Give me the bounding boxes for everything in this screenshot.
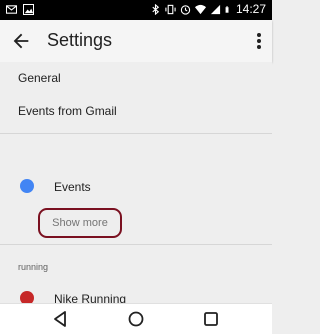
settings-item-events-from-gmail[interactable]: Events from Gmail bbox=[18, 104, 117, 118]
vibrate-icon bbox=[165, 4, 176, 14]
notification-icons bbox=[6, 4, 34, 15]
back-triangle-icon[interactable] bbox=[51, 309, 71, 329]
nav-bar bbox=[0, 303, 272, 334]
home-circle-icon[interactable] bbox=[126, 309, 146, 329]
divider bbox=[0, 244, 272, 245]
mail-icon bbox=[6, 5, 17, 14]
bluetooth-icon bbox=[152, 3, 160, 15]
recents-square-icon[interactable] bbox=[201, 309, 221, 329]
app-bar: Settings bbox=[0, 20, 272, 62]
section-header-running: running bbox=[18, 262, 49, 272]
status-time: 14:27 bbox=[235, 2, 266, 16]
settings-list: General Events from Gmail Events Show mo… bbox=[0, 62, 272, 306]
alarm-icon bbox=[180, 4, 191, 15]
more-vert-icon[interactable] bbox=[254, 30, 264, 52]
calendar-item-events[interactable]: Events bbox=[54, 180, 91, 194]
page-title: Settings bbox=[47, 30, 113, 50]
arrow-back-icon[interactable] bbox=[10, 30, 32, 52]
image-icon bbox=[23, 4, 34, 15]
wifi-icon bbox=[194, 4, 206, 14]
system-icons: 14:27 bbox=[150, 2, 266, 16]
battery-icon bbox=[225, 5, 229, 13]
calendar-color-dot bbox=[20, 179, 34, 193]
settings-item-general[interactable]: General bbox=[18, 71, 61, 85]
signal-icon bbox=[210, 4, 221, 14]
status-bar: 14:27 bbox=[0, 0, 272, 20]
divider bbox=[0, 133, 272, 134]
show-more-button[interactable]: Show more bbox=[38, 208, 122, 238]
